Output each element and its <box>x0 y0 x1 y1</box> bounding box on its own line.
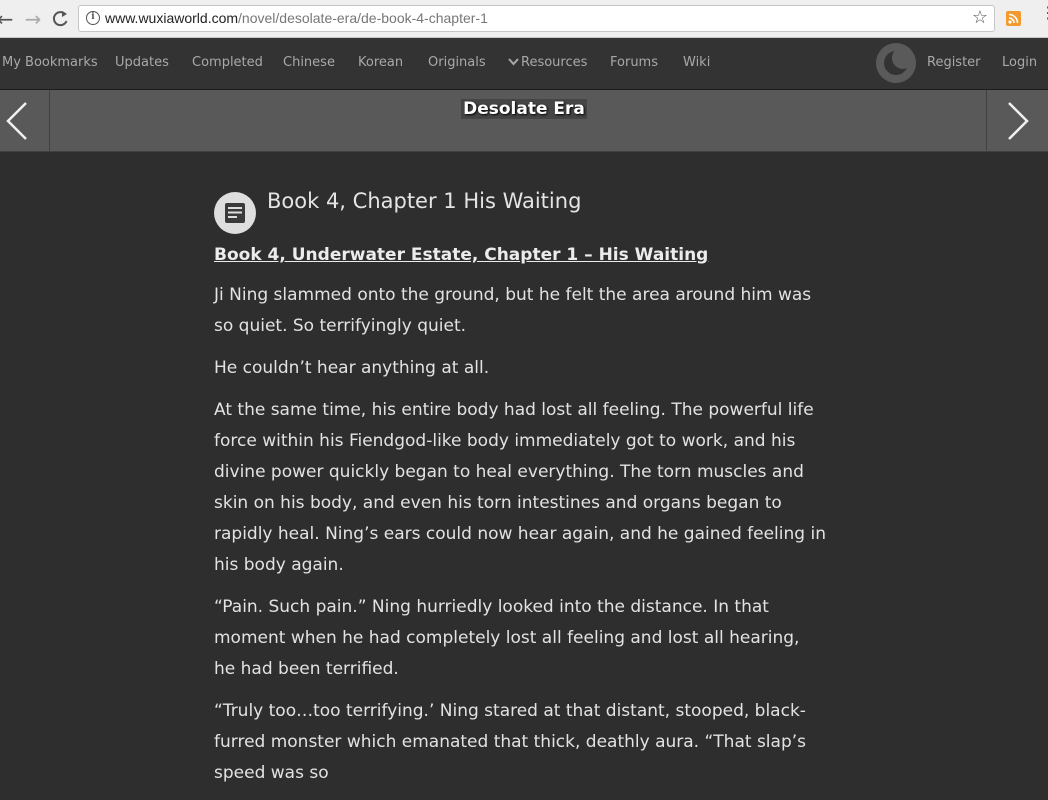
chevron-down-icon <box>508 58 519 66</box>
rss-icon[interactable] <box>1006 11 1021 26</box>
url-text: www.wuxiaworld.com/novel/desolate-era/de… <box>105 10 488 26</box>
nav-resources[interactable]: Resources <box>508 55 587 70</box>
nav-my-bookmarks[interactable]: My Bookmarks <box>2 55 98 70</box>
paragraph: “Pain. Such pain.” Ning hurriedly looked… <box>214 597 800 679</box>
nav-korean[interactable]: Korean <box>358 55 403 70</box>
reload-icon[interactable] <box>49 8 71 30</box>
night-mode-moon-icon[interactable] <box>876 43 916 83</box>
chapter-content: Book 4, Underwater Estate, Chapter 1 – H… <box>214 240 826 800</box>
back-arrow-icon[interactable]: ← <box>0 8 16 30</box>
novel-title-text[interactable]: Desolate Era <box>461 99 587 119</box>
chapter-subheading: Book 4, Underwater Estate, Chapter 1 – H… <box>214 245 709 265</box>
novel-title[interactable]: Desolate Era <box>0 99 1048 119</box>
nav-resources-label: Resources <box>521 55 588 70</box>
browser-toolbar: ← → i www.wuxiaworld.com/novel/desolate-… <box>0 0 1048 38</box>
bookmark-star-icon[interactable]: ☆ <box>972 7 988 28</box>
nav-forums[interactable]: Forums <box>610 55 658 70</box>
nav-originals[interactable]: Originals <box>428 55 486 70</box>
nav-completed[interactable]: Completed <box>192 55 263 70</box>
nav-wiki[interactable]: Wiki <box>683 55 710 70</box>
nav-updates[interactable]: Updates <box>115 55 169 70</box>
document-icon <box>214 192 256 234</box>
forward-arrow-icon[interactable]: → <box>22 8 44 30</box>
paragraph: At the same time, his entire body had lo… <box>214 400 826 575</box>
login-link[interactable]: Login <box>1002 55 1037 70</box>
info-icon[interactable]: i <box>86 11 100 25</box>
address-bar[interactable]: i www.wuxiaworld.com/novel/desolate-era/… <box>78 5 995 32</box>
browser-menu-icon[interactable]: ⋮ <box>1040 5 1048 28</box>
chapter-title: Book 4, Chapter 1 His Waiting <box>267 189 582 213</box>
register-link[interactable]: Register <box>927 55 981 70</box>
nav-chinese[interactable]: Chinese <box>283 55 335 70</box>
paragraph: He couldn’t hear anything at all. <box>214 358 490 378</box>
paragraph: Ji Ning slammed onto the ground, but he … <box>214 285 812 336</box>
paragraph: “Truly too…too terrifying.’ Ning stared … <box>214 701 806 783</box>
